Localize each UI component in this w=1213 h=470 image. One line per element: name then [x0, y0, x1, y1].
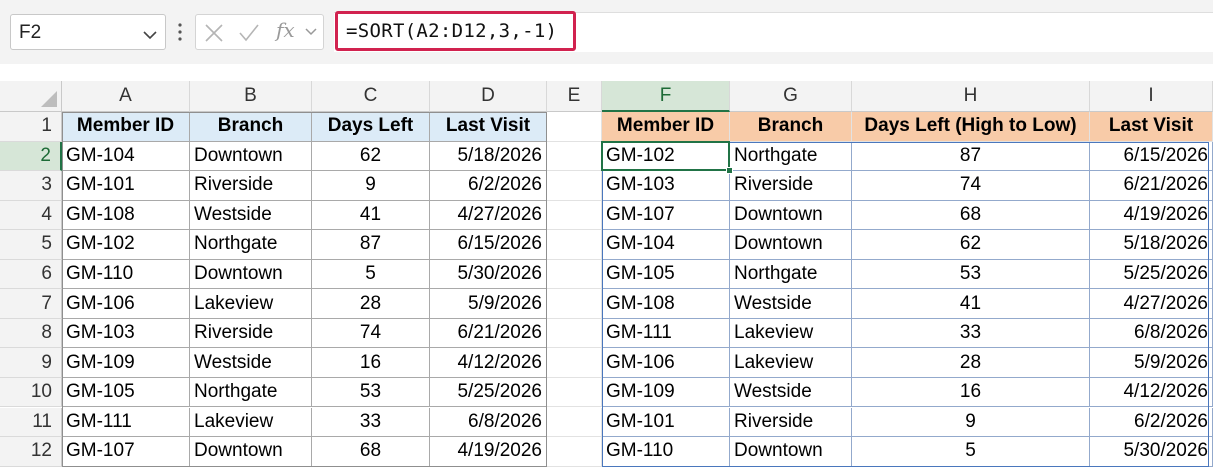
- blank-cell-e[interactable]: [547, 407, 602, 438]
- formula-buttons: fx: [195, 14, 324, 50]
- row-header-4[interactable]: 4: [0, 200, 62, 231]
- blank-cell-e[interactable]: [547, 141, 602, 172]
- active-cell-selection: [601, 140, 730, 172]
- blank-cell-e[interactable]: [547, 318, 602, 349]
- spreadsheet-grid[interactable]: A B C D E F G H I 1 2 3 4 5 6 7 8 9 10 11 12 Member ID Branch D…: [0, 81, 1213, 470]
- formula-bar: F2 fx =SORT(A2:D12,3,-1): [0, 0, 1213, 64]
- blank-cell-e[interactable]: [547, 259, 602, 290]
- row-header-12[interactable]: 12: [0, 437, 62, 467]
- source-table-border: [62, 112, 547, 467]
- chevron-down-icon[interactable]: [304, 27, 318, 37]
- formula-text[interactable]: =SORT(A2:D12,3,-1): [346, 20, 557, 42]
- row-header-3[interactable]: 3: [0, 171, 62, 201]
- row-header-2[interactable]: 2: [0, 141, 62, 172]
- column-header-a[interactable]: A: [62, 81, 190, 112]
- column-header-h[interactable]: H: [852, 81, 1090, 112]
- fill-handle[interactable]: [726, 167, 733, 175]
- sorted-header-last-visit[interactable]: Last Visit: [1090, 112, 1213, 142]
- blank-cell-e[interactable]: [547, 437, 602, 467]
- name-box-value: F2: [19, 22, 42, 43]
- sorted-header-branch[interactable]: Branch: [730, 112, 852, 142]
- row-header-10[interactable]: 10: [0, 377, 62, 408]
- column-header-i[interactable]: I: [1090, 81, 1213, 112]
- column-header-c[interactable]: C: [312, 81, 430, 112]
- row-header-8[interactable]: 8: [0, 318, 62, 349]
- row-header-5[interactable]: 5: [0, 230, 62, 260]
- row-header-1[interactable]: 1: [0, 112, 62, 142]
- insert-function-icon[interactable]: fx: [276, 18, 295, 42]
- blank-cell-e[interactable]: [547, 230, 602, 260]
- sorted-header-days-left[interactable]: Days Left (High to Low): [852, 112, 1090, 142]
- spill-range-border: [602, 141, 1209, 467]
- enter-icon[interactable]: [238, 23, 260, 43]
- chevron-down-icon[interactable]: [142, 27, 158, 45]
- column-header-f[interactable]: F: [602, 81, 730, 112]
- column-header-e[interactable]: E: [547, 81, 602, 112]
- more-options-icon[interactable]: [177, 22, 183, 47]
- column-header-d[interactable]: D: [430, 81, 547, 112]
- row-header-6[interactable]: 6: [0, 259, 62, 290]
- column-header-g[interactable]: G: [730, 81, 852, 112]
- row-header-7[interactable]: 7: [0, 289, 62, 319]
- blank-cell-e[interactable]: [547, 171, 602, 201]
- blank-cell-e[interactable]: [547, 289, 602, 319]
- blank-cell-e[interactable]: [547, 200, 602, 231]
- select-all-corner[interactable]: [0, 81, 62, 112]
- blank-cell-e[interactable]: [547, 377, 602, 408]
- select-all-icon: [41, 91, 57, 107]
- cancel-icon[interactable]: [204, 23, 224, 43]
- name-box[interactable]: F2: [10, 14, 166, 50]
- column-header-b[interactable]: B: [190, 81, 312, 112]
- row-header-9[interactable]: 9: [0, 348, 62, 378]
- row-header-11[interactable]: 11: [0, 407, 62, 438]
- sorted-header-member-id[interactable]: Member ID: [602, 112, 730, 142]
- blank-cell-e[interactable]: [547, 348, 602, 378]
- blank-cell-e[interactable]: [547, 112, 602, 142]
